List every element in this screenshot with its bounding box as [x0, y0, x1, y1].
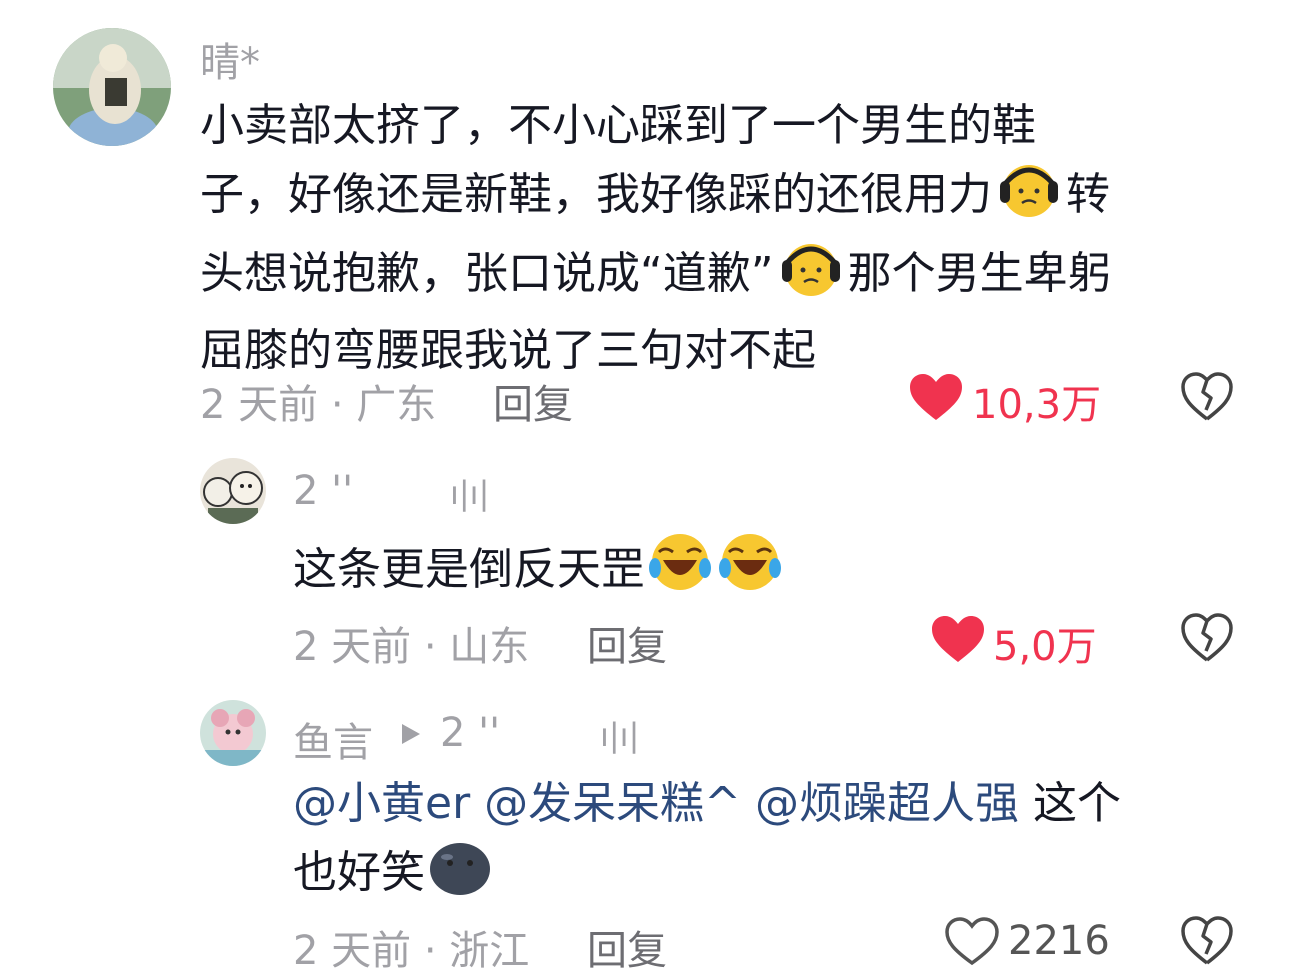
like-count: 5,0万: [993, 624, 1097, 670]
avatar[interactable]: [200, 458, 266, 524]
avatar[interactable]: [200, 700, 266, 766]
comment-meta: 2 天前 · 山东: [293, 624, 530, 670]
comment-line: @小黄er @发呆呆糕^ @烦躁超人强 这个: [293, 778, 1122, 829]
comment-line: 也好笑: [293, 837, 1253, 916]
laugh-cry-emoji: [715, 530, 785, 613]
dislike-icon[interactable]: [1180, 370, 1234, 422]
comment-line: 头想说抱歉，张口说成“道歉” 那个男生卑躬: [200, 238, 1260, 317]
mention-link[interactable]: @烦躁超人强: [755, 778, 1019, 829]
comment-text: @小黄er @发呆呆糕^ @烦躁超人强 这个 也好笑: [293, 770, 1253, 916]
mention-link[interactable]: @小黄er: [293, 778, 470, 829]
author-tag: ı|ı|: [600, 716, 640, 754]
triangle-arrow-icon: [400, 722, 422, 746]
heart-icon[interactable]: [908, 372, 964, 422]
laugh-cry-emoji: [645, 530, 715, 613]
headphone-face-emoji: [992, 159, 1066, 238]
mention-link[interactable]: @发呆呆糕^: [484, 778, 741, 829]
username[interactable]: 晴*: [200, 30, 260, 88]
comment-line: 小卖部太挤了，不小心踩到了一个男生的鞋: [200, 100, 1036, 151]
like-count: 10,3万: [972, 382, 1102, 428]
reply-button[interactable]: 回复: [587, 918, 667, 976]
heart-icon[interactable]: [930, 614, 986, 664]
username[interactable]: 鱼言: [293, 710, 373, 768]
username[interactable]: 2 '': [293, 468, 353, 514]
dark-blob-emoji: [425, 837, 495, 916]
headphone-face-emoji: [774, 238, 848, 317]
author-tag: ı|ı|: [450, 474, 490, 512]
comment-line: 子，好像还是新鞋，我好像踩的还很用力转: [200, 159, 1260, 238]
avatar[interactable]: [53, 28, 171, 146]
comment-text: 小卖部太挤了，不小心踩到了一个男生的鞋 子，好像还是新鞋，我好像踩的还很用力转 …: [200, 92, 1260, 384]
reply-button[interactable]: 回复: [493, 372, 573, 430]
comment-meta: 2 天前 · 浙江: [293, 928, 530, 974]
reply-to-username[interactable]: 2 '': [440, 710, 500, 756]
reply-button[interactable]: 回复: [587, 614, 667, 672]
comment-meta: 2 天前 · 广东: [200, 382, 437, 428]
dislike-icon[interactable]: [1180, 611, 1234, 663]
heart-icon[interactable]: [944, 916, 1000, 966]
dislike-icon[interactable]: [1180, 914, 1234, 966]
comment-text: 这条更是倒反天罡: [293, 530, 1193, 613]
like-count: 2216: [1008, 918, 1110, 964]
